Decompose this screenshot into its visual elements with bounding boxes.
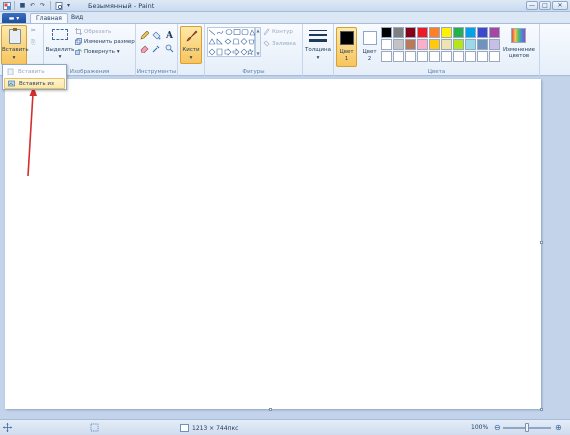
menu-item-paste-label: Вставить — [18, 68, 45, 75]
menu-item-paste-from-label: Вставить из — [19, 80, 54, 87]
paste-dropdown-menu: Вставить Вставить из — [2, 64, 67, 90]
paste-from-icon — [8, 80, 15, 87]
zoom-level: 100% — [471, 424, 489, 431]
selection-size-icon — [90, 423, 99, 432]
menu-item-paste-from[interactable]: Вставить из — [4, 78, 65, 89]
zoom-slider-thumb[interactable] — [525, 423, 529, 432]
zoom-in-icon[interactable]: ⊕ — [555, 423, 562, 432]
status-bar: 1213 × 744пкс 100% ⊖ ⊕ — [0, 419, 570, 435]
annotation-arrow — [27, 86, 37, 177]
paste-small-icon — [7, 68, 14, 75]
canvas-size-text: 1213 × 744пкс — [192, 424, 239, 432]
zoom-out-icon[interactable]: ⊖ — [494, 423, 501, 432]
canvas-size-icon — [180, 424, 189, 432]
menu-item-paste[interactable]: Вставить — [4, 66, 65, 77]
cursor-position-icon — [3, 423, 12, 432]
canvas-size-readout: 1213 × 744пкс — [180, 424, 238, 432]
